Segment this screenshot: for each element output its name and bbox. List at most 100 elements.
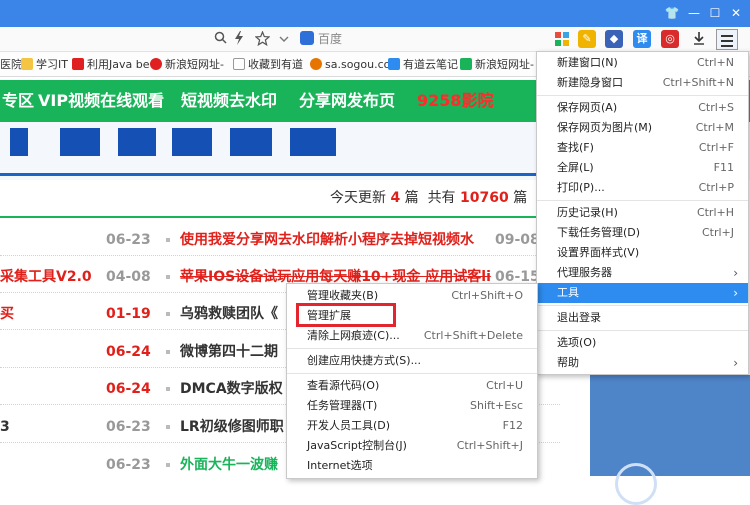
menu-shortcut: F11 [713, 161, 734, 174]
menu-clear-traces[interactable]: 清除上网痕迹(C)... Ctrl+Shift+Delete [287, 326, 537, 346]
cube-icon[interactable]: ◆ [605, 30, 623, 48]
menu-proxy[interactable]: 代理服务器 › [537, 263, 748, 283]
download-icon[interactable] [692, 31, 706, 48]
chevron-down-icon[interactable] [278, 31, 290, 48]
item-title[interactable]: DMCA数字版权 [180, 374, 283, 405]
weather-icon[interactable]: ✎ [578, 30, 596, 48]
menu-tools[interactable]: 工具 › [537, 283, 748, 303]
menu-history[interactable]: 历史记录(H) Ctrl+H [537, 203, 748, 223]
menu-bar-1 [721, 35, 733, 37]
search-input[interactable]: 百度 [300, 30, 550, 49]
left-title[interactable]: 采集工具V2.0 [0, 262, 92, 293]
menu-help[interactable]: 帮助 › [537, 353, 748, 373]
menu-label: 管理收藏夹(B) [307, 289, 379, 302]
skin-icon[interactable]: 👕 [664, 5, 680, 21]
maximize-button[interactable]: ☐ [707, 5, 723, 21]
bookmark-item[interactable]: 学习IT [21, 56, 68, 73]
item-date: 06-23 [106, 232, 151, 248]
nav-item-publish[interactable]: 分享网发布页 [299, 80, 395, 122]
minimize-button[interactable]: — [686, 5, 702, 21]
item-title[interactable]: 乌鸦救赎团队《 [180, 299, 278, 330]
side-image[interactable] [590, 375, 750, 505]
bookmark-item[interactable]: sa.sogou.co [310, 56, 390, 73]
bookmark-item[interactable]: 医院 [0, 56, 22, 73]
annotation-highlight-box [296, 303, 396, 327]
nav-item-vip-video[interactable]: VIP视频在线观看 [38, 80, 164, 122]
menu-shortcut: Ctrl+J [701, 226, 734, 239]
menu-shortcut: Ctrl+Shift+O [451, 289, 523, 302]
menu-new-window[interactable]: 新建窗口(N) Ctrl+N [537, 53, 748, 73]
star-icon[interactable] [253, 30, 271, 48]
menu-label: 开发人员工具(D) [307, 419, 391, 432]
menu-find[interactable]: 查找(F) Ctrl+F [537, 138, 748, 158]
lightning-icon[interactable] [233, 31, 245, 48]
menu-logout[interactable]: 退出登录 [537, 308, 748, 328]
capture-icon[interactable]: ◎ [661, 30, 679, 48]
menu-label: JavaScript控制台(J) [307, 439, 407, 452]
menu-save-page[interactable]: 保存网页(A) Ctrl+S [537, 98, 748, 118]
menu-label: Internet选项 [307, 459, 373, 472]
menu-options[interactable]: 选项(O) [537, 333, 748, 353]
close-button[interactable]: ✕ [728, 5, 744, 21]
left-title[interactable]: 3 [0, 412, 10, 443]
menu-separator [287, 373, 537, 374]
menu-label: 新建窗口(N) [557, 56, 618, 69]
apps-grid-icon[interactable] [553, 30, 571, 48]
bookmark-item[interactable]: 有道云笔记 [388, 56, 458, 73]
menu-label: 查找(F) [557, 141, 594, 154]
ring-decoration [615, 463, 657, 505]
item-title[interactable]: 微博第四十二期 [180, 337, 278, 368]
weibo-icon [150, 58, 162, 70]
menu-separator [537, 200, 748, 201]
menu-new-incognito[interactable]: 新建隐身窗口 Ctrl+Shift+N [537, 73, 748, 93]
menu-downloads[interactable]: 下载任务管理(D) Ctrl+J [537, 223, 748, 243]
chevron-right-icon: › [733, 266, 738, 280]
menu-label: 打印(P)... [557, 181, 605, 194]
bookmark-label: 新浪短网址- [165, 58, 224, 71]
stats-today-prefix: 今天更新 [330, 190, 386, 206]
menu-separator [537, 305, 748, 306]
menu-shortcut: F12 [502, 419, 523, 432]
item-title[interactable]: 使用我爱分享网去水印解析小程序去掉短视频水 [180, 225, 474, 256]
nav-item-watermark[interactable]: 短视频去水印 [181, 80, 277, 122]
bookmark-item[interactable]: 收藏到有道 [233, 56, 303, 73]
menu-shortcut: Shift+Esc [470, 399, 523, 412]
menu-create-shortcut[interactable]: 创建应用快捷方式(S)... [287, 351, 537, 371]
nav-item-zone[interactable]: 专区 [2, 80, 34, 122]
bullet [166, 312, 170, 316]
menu-shortcut: Ctrl+Shift+J [456, 439, 523, 452]
menu-dev-tools[interactable]: 开发人员工具(D) F12 [287, 416, 537, 436]
menu-fullscreen[interactable]: 全屏(L) F11 [537, 158, 748, 178]
bookmark-label: 有道云笔记 [403, 58, 458, 71]
menu-label: 全屏(L) [557, 161, 594, 174]
item-title[interactable]: 外面大牛一波赚 [180, 450, 278, 481]
menu-label: 创建应用快捷方式(S)... [307, 354, 422, 367]
left-title[interactable]: 买 [0, 299, 14, 330]
nav-item-cinema[interactable]: 9258影院 [417, 80, 494, 122]
menu-separator [537, 95, 748, 96]
translate-icon[interactable]: 译 [633, 30, 651, 48]
menu-label: 代理服务器 [557, 266, 612, 279]
menu-shortcut: Ctrl+M [695, 121, 734, 134]
menu-js-console[interactable]: JavaScript控制台(J) Ctrl+Shift+J [287, 436, 537, 456]
menu-task-manager[interactable]: 任务管理器(T) Shift+Esc [287, 396, 537, 416]
banner-logo-glyph [230, 128, 272, 156]
zoom-icon[interactable] [213, 31, 227, 48]
banner-logo-glyph [118, 128, 156, 156]
bullet [166, 275, 170, 279]
menu-save-as-image[interactable]: 保存网页为图片(M) Ctrl+M [537, 118, 748, 138]
bookmark-item[interactable]: 新浪短网址- [460, 56, 534, 73]
menu-print[interactable]: 打印(P)... Ctrl+P [537, 178, 748, 198]
bookmark-item[interactable]: 利用Java be [72, 56, 149, 73]
banner-logo-glyph [60, 128, 100, 156]
bookmark-item[interactable]: 新浪短网址- [150, 56, 224, 73]
menu-label: 下载任务管理(D) [557, 226, 641, 239]
menu-label: 选项(O) [557, 336, 597, 349]
main-menu-button[interactable] [716, 29, 738, 50]
menu-internet-options[interactable]: Internet选项 [287, 456, 537, 476]
folder-icon [21, 58, 33, 70]
item-title[interactable]: LR初级修图师职 [180, 412, 284, 443]
menu-ui-style[interactable]: 设置界面样式(V) [537, 243, 748, 263]
menu-view-source[interactable]: 查看源代码(O) Ctrl+U [287, 376, 537, 396]
menu-separator [287, 348, 537, 349]
